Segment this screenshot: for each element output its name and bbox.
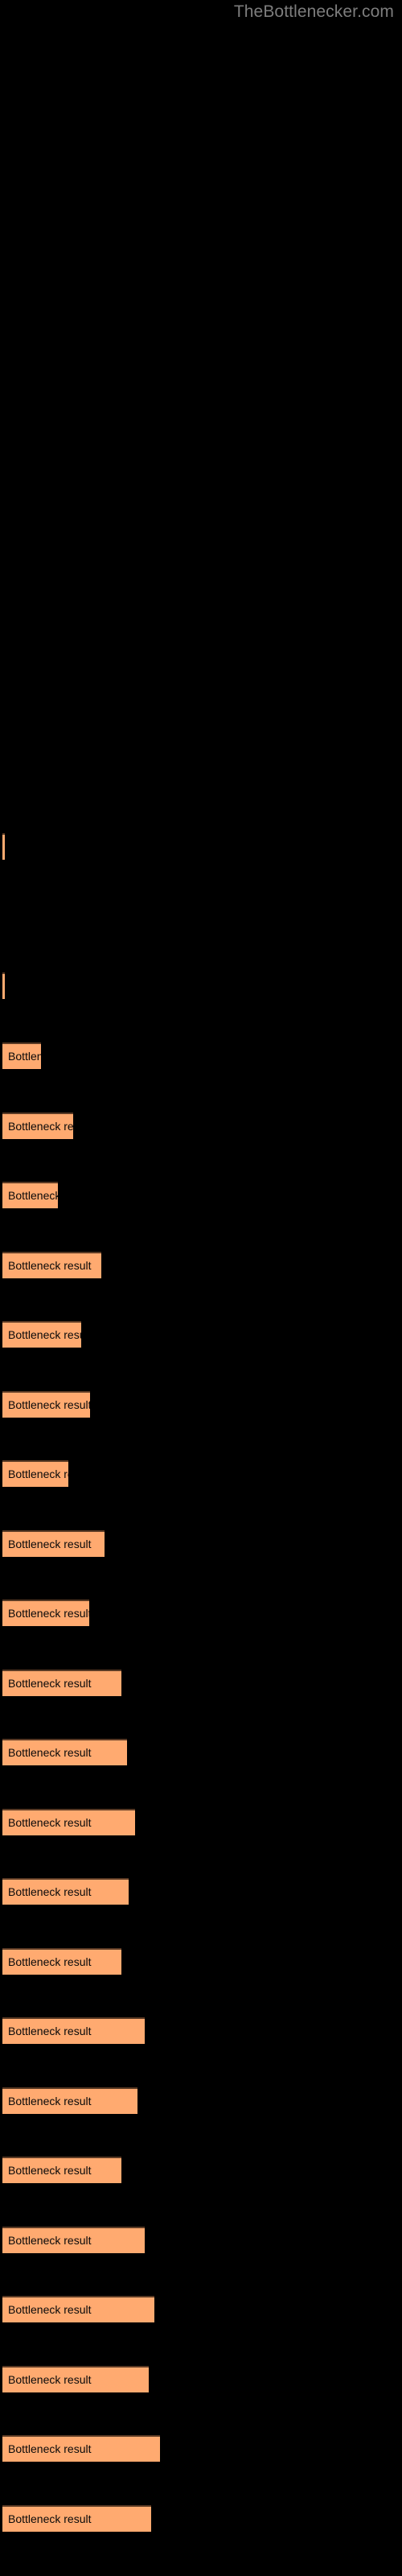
bar-clip: Bottleneck result bbox=[2, 972, 5, 999]
bar-row[interactable]: Bottleneck result bbox=[2, 1321, 81, 1348]
bar-value-label: Bottleneck result bbox=[8, 1398, 90, 1411]
bar-value-label: Bottleneck result bbox=[8, 1538, 92, 1550]
bar-clip: Bottleneck result bbox=[2, 1391, 90, 1418]
bar-clip: Bottleneck result bbox=[2, 2296, 154, 2322]
bar-row[interactable]: Bottleneck result bbox=[2, 2366, 149, 2392]
bar-row[interactable]: Bottleneck result bbox=[2, 2505, 151, 2532]
bar-row[interactable]: Bottleneck result bbox=[2, 1252, 101, 1278]
bottleneck-chart-page: TheBottlenecker.com Bottleneck resultBot… bbox=[0, 0, 402, 2576]
bar-clip: Bottleneck result bbox=[2, 1321, 81, 1348]
bar-clip: Bottleneck result bbox=[2, 1739, 127, 1765]
bar-value-label: Bottleneck result bbox=[8, 2234, 92, 2247]
bar-value-label: Bottleneck result bbox=[8, 2442, 92, 2455]
bar-row[interactable]: Bottleneck result bbox=[2, 1113, 73, 1139]
bar-row[interactable]: Bottleneck result bbox=[2, 1600, 89, 1626]
bar-row[interactable]: Bottleneck result bbox=[2, 2227, 145, 2253]
bar-value-label: Bottleneck result bbox=[8, 1746, 92, 1759]
bar-row[interactable]: Bottleneck result bbox=[2, 1739, 127, 1765]
bar-clip: Bottleneck result bbox=[2, 1670, 121, 1696]
bar-clip: Bottleneck result bbox=[2, 2017, 145, 2044]
bar-value-label: Bottleneck result bbox=[8, 1328, 81, 1341]
bar-value-label: Bottleneck result bbox=[8, 2373, 92, 2386]
bar-row[interactable]: Bottleneck result bbox=[2, 2017, 145, 2044]
bar-clip: Bottleneck result bbox=[2, 1530, 105, 1557]
bar-value-label: Bottleneck result bbox=[8, 1955, 92, 1968]
bar-value-label: Bottleneck result bbox=[8, 2025, 92, 2037]
bar-clip: Bottleneck result bbox=[2, 2157, 121, 2183]
bar-value-label: Bottleneck result bbox=[8, 1120, 73, 1133]
bar-row[interactable]: Bottleneck result bbox=[2, 1878, 129, 1905]
bar-clip: Bottleneck result bbox=[2, 2366, 149, 2392]
bar-clip: Bottleneck result bbox=[2, 1042, 41, 1069]
bar-clip: Bottleneck result bbox=[2, 1460, 68, 1487]
bar-row[interactable]: Bottleneck result bbox=[2, 972, 5, 999]
bar-row[interactable]: Bottleneck result bbox=[2, 1670, 121, 1696]
bar-row[interactable]: Bottleneck result bbox=[2, 2087, 137, 2114]
bar-row[interactable]: Bottleneck result bbox=[2, 1530, 105, 1557]
bar-row[interactable]: Bottleneck result bbox=[2, 2296, 154, 2322]
bar-clip: Bottleneck result bbox=[2, 1113, 73, 1139]
bar-value-label: Bottleneck result bbox=[8, 1885, 92, 1898]
bar-clip: Bottleneck result bbox=[2, 1182, 58, 1208]
bar-row[interactable]: Bottleneck result bbox=[2, 2157, 121, 2183]
bar-clip: Bottleneck result bbox=[2, 1252, 101, 1278]
bar-value-label: Bottleneck result bbox=[8, 2512, 92, 2525]
bar-row[interactable]: Bottleneck result bbox=[2, 1391, 90, 1418]
bar-value-label: Bottleneck result bbox=[8, 1677, 92, 1690]
bar-row[interactable]: Bottleneck result bbox=[2, 833, 5, 860]
bar-clip: Bottleneck result bbox=[2, 1878, 129, 1905]
bar-clip: Bottleneck result bbox=[2, 1948, 121, 1975]
bar-row[interactable]: Bottleneck result bbox=[2, 1460, 68, 1487]
bar-value-label: Bottleneck result bbox=[8, 2095, 92, 2107]
bar-clip: Bottleneck result bbox=[2, 2227, 145, 2253]
bar[interactable] bbox=[2, 972, 5, 999]
bar-row[interactable]: Bottleneck result bbox=[2, 1809, 135, 1835]
bar-value-label: Bottleneck result bbox=[8, 1607, 89, 1620]
bar-value-label: Bottleneck result bbox=[8, 1050, 41, 1063]
bar-value-label: Bottleneck result bbox=[8, 2303, 92, 2316]
bar-value-label: Bottleneck result bbox=[8, 2164, 92, 2177]
horizontal-bar-chart: Bottleneck result Bottleneck result Bottle… bbox=[0, 0, 402, 2576]
bar-row[interactable]: Bottleneck result bbox=[2, 1042, 41, 1069]
bar-row[interactable]: Bottleneck result bbox=[2, 2435, 160, 2462]
bar[interactable] bbox=[2, 833, 5, 860]
bar-clip: Bottleneck result bbox=[2, 1600, 89, 1626]
bar-value-label: Bottleneck result bbox=[8, 1468, 68, 1480]
bar-row[interactable]: Bottleneck result bbox=[2, 1182, 58, 1208]
bar-clip: Bottleneck result bbox=[2, 2087, 137, 2114]
bar-clip: Bottleneck result bbox=[2, 2505, 151, 2532]
bar-value-label: Bottleneck result bbox=[8, 1259, 92, 1272]
bar-value-label: Bottleneck result bbox=[8, 1189, 58, 1202]
bar-clip: Bottleneck result bbox=[2, 2435, 160, 2462]
bar-clip: Bottleneck result bbox=[2, 1809, 135, 1835]
bar-clip: Bottleneck result bbox=[2, 833, 5, 860]
bar-value-label: Bottleneck result bbox=[8, 1816, 92, 1829]
bar-row[interactable]: Bottleneck result bbox=[2, 1948, 121, 1975]
